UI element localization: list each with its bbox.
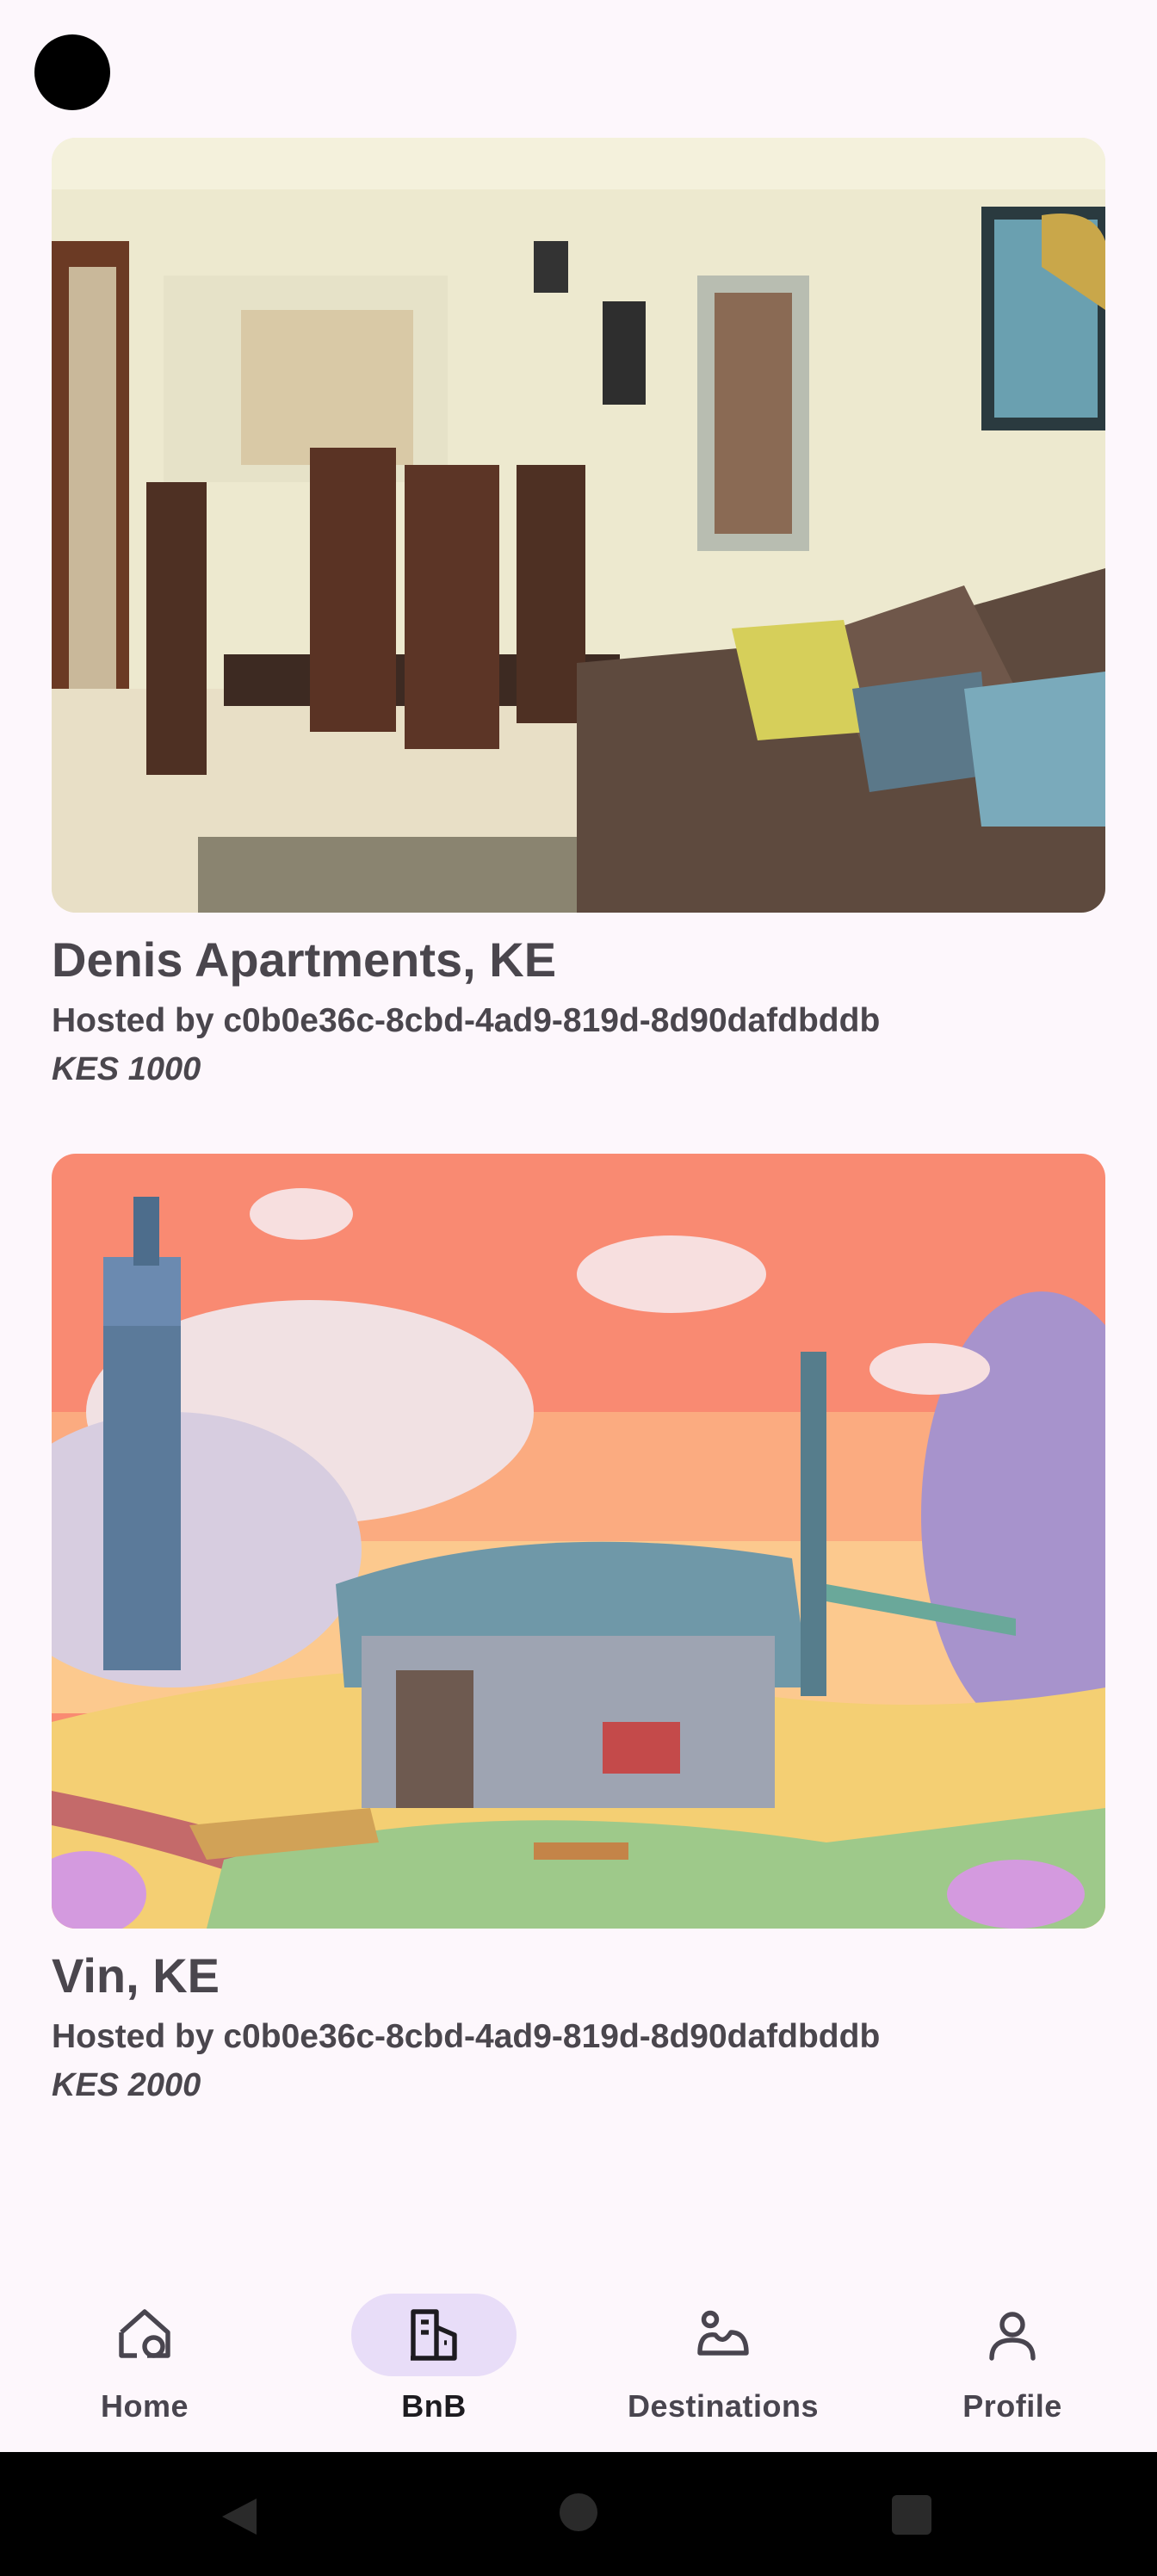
nav-item-destinations[interactable]: Destinations — [578, 2266, 868, 2452]
listing-title: Vin, KE — [52, 1948, 220, 2003]
home-circle-icon[interactable] — [560, 2493, 597, 2531]
nav-item-profile[interactable]: Profile — [868, 2266, 1157, 2452]
listing-image[interactable] — [52, 1154, 1105, 1929]
nav-indicator-active — [351, 2294, 517, 2376]
nav-item-home[interactable]: Home — [0, 2266, 289, 2452]
nav-indicator — [62, 2294, 227, 2376]
listing-image[interactable] — [52, 138, 1105, 913]
nav-label: Home — [100, 2388, 189, 2424]
person-icon — [989, 2312, 1036, 2361]
bottom-navigation: Home BnB Destinations Profile — [0, 2266, 1157, 2452]
listing-card[interactable]: Denis Apartments, KE Hosted by c0b0e36c-… — [52, 138, 1105, 1090]
building-icon — [411, 2309, 457, 2361]
nav-item-bnb[interactable]: BnB — [289, 2266, 578, 2452]
status-bar — [0, 0, 1157, 129]
home-icon — [119, 2309, 170, 2358]
recents-square-icon[interactable] — [892, 2495, 931, 2535]
system-navigation-bar — [0, 2452, 1157, 2576]
nav-label: Profile — [962, 2388, 1062, 2424]
listing-card[interactable]: Vin, KE Hosted by c0b0e36c-8cbd-4ad9-819… — [52, 1154, 1105, 2106]
nav-label: Destinations — [627, 2388, 820, 2424]
landscape-icon — [697, 2310, 749, 2356]
nav-label: BnB — [401, 2388, 467, 2424]
camera-cutout — [34, 34, 110, 110]
listing-host: Hosted by c0b0e36c-8cbd-4ad9-819d-8d90da… — [52, 2018, 881, 2055]
nav-indicator — [640, 2294, 806, 2376]
nav-indicator — [930, 2294, 1095, 2376]
back-icon[interactable] — [217, 2495, 260, 2538]
listing-price: KES 2000 — [52, 2067, 201, 2103]
cottage-illustration — [52, 1154, 1105, 1929]
listing-price: KES 1000 — [52, 1051, 201, 1087]
apartment-photo — [52, 138, 1105, 913]
listing-host: Hosted by c0b0e36c-8cbd-4ad9-819d-8d90da… — [52, 1002, 881, 1039]
listing-title: Denis Apartments, KE — [52, 932, 557, 987]
